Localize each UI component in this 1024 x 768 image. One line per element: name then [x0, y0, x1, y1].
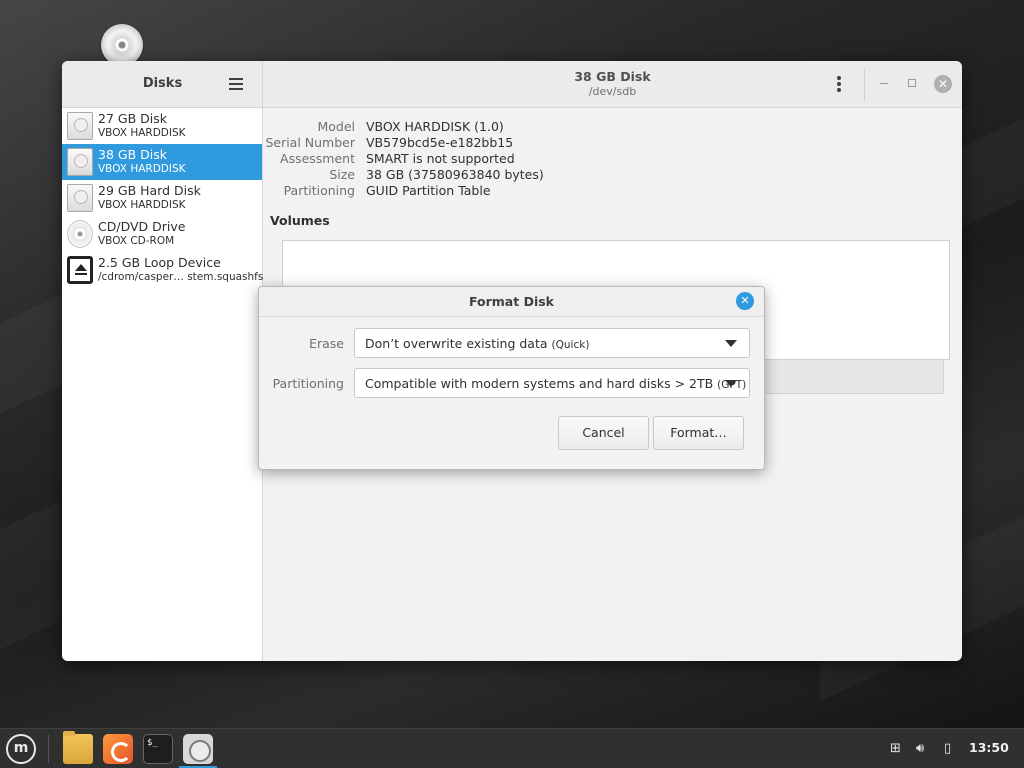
- property-value: VBOX HARDDISK (1.0): [366, 119, 504, 134]
- battery-icon[interactable]: ▯: [944, 741, 951, 756]
- firefox-icon[interactable]: [103, 734, 133, 764]
- hard-disk-icon: [67, 148, 93, 176]
- main-header: 38 GB Disk /dev/sdb ✕: [263, 61, 962, 108]
- disk-subtitle: /cdrom/casper… stem.squashfs: [98, 271, 264, 283]
- disk-title: 38 GB Disk: [574, 69, 651, 84]
- clock[interactable]: 13:50: [969, 740, 1009, 755]
- erase-value: Don’t overwrite existing data: [365, 336, 548, 351]
- property-value: SMART is not supported: [366, 151, 515, 166]
- partitioning-dropdown[interactable]: Compatible with modern systems and hard …: [354, 368, 750, 398]
- disk-item-cdrom[interactable]: CD/DVD Drive VBOX CD-ROM: [62, 216, 262, 252]
- dialog-header: Format Disk ✕: [259, 287, 764, 317]
- erase-label: Erase: [309, 336, 344, 351]
- optical-disc-icon: [67, 220, 93, 248]
- property-value: GUID Partition Table: [366, 183, 491, 198]
- disk-subtitle: VBOX HARDDISK: [98, 199, 186, 211]
- erase-hint: (Quick): [551, 339, 590, 351]
- property-label: Serial Number: [265, 135, 355, 150]
- disk-subtitle: VBOX CD-ROM: [98, 235, 175, 247]
- disk-name: CD/DVD Drive: [98, 219, 186, 234]
- sidebar-header: Disks: [62, 61, 262, 108]
- erase-dropdown[interactable]: Don’t overwrite existing data (Quick): [354, 328, 750, 358]
- hard-disk-icon: [67, 112, 93, 140]
- disks-icon[interactable]: [183, 734, 213, 764]
- format-disk-dialog: Format Disk ✕ Erase Don’t overwrite exis…: [258, 286, 765, 470]
- property-label: Assessment: [280, 151, 355, 166]
- header-separator: [864, 68, 865, 101]
- property-label: Partitioning: [283, 183, 355, 198]
- folder-icon[interactable]: [63, 731, 93, 764]
- hamburger-menu-icon[interactable]: [229, 78, 243, 90]
- close-window-button[interactable]: ✕: [934, 75, 952, 93]
- minimize-button[interactable]: [880, 83, 888, 84]
- property-value: 38 GB (37580963840 bytes): [366, 167, 544, 182]
- disk-item-loop[interactable]: 2.5 GB Loop Device /cdrom/casper… stem.s…: [62, 252, 264, 288]
- terminal-icon[interactable]: $_: [143, 734, 173, 764]
- disk-name: 2.5 GB Loop Device: [98, 255, 221, 270]
- background-tile: [960, 92, 1024, 228]
- taskbar: m $_ ⊞ 🔊︎ ▯ 13:50: [0, 728, 1024, 768]
- chevron-down-icon: [725, 380, 737, 387]
- property-label: Size: [329, 167, 355, 182]
- format-button[interactable]: Format…: [653, 416, 744, 450]
- network-icon[interactable]: ⊞: [890, 741, 901, 756]
- disk-device-path: /dev/sdb: [588, 85, 637, 98]
- dialog-close-button[interactable]: ✕: [736, 292, 754, 310]
- hard-disk-icon: [67, 184, 93, 212]
- property-value: VB579bcd5e-e182bb15: [366, 135, 514, 150]
- background-tile: [0, 501, 60, 658]
- dialog-title: Format Disk: [469, 294, 554, 309]
- taskbar-separator: [48, 735, 49, 763]
- optical-disc-desktop-icon[interactable]: [101, 24, 143, 66]
- property-label: Model: [317, 119, 355, 134]
- chevron-down-icon: [725, 340, 737, 347]
- more-options-icon[interactable]: [837, 76, 841, 92]
- volume-icon[interactable]: 🔊︎: [916, 741, 924, 756]
- volumes-heading: Volumes: [270, 213, 330, 228]
- partitioning-label: Partitioning: [272, 376, 344, 391]
- cancel-button[interactable]: Cancel: [558, 416, 649, 450]
- partitioning-value: Compatible with modern systems and hard …: [365, 376, 714, 391]
- maximize-button[interactable]: [908, 79, 916, 87]
- start-menu-icon[interactable]: m: [6, 734, 36, 764]
- eject-icon: [67, 256, 93, 284]
